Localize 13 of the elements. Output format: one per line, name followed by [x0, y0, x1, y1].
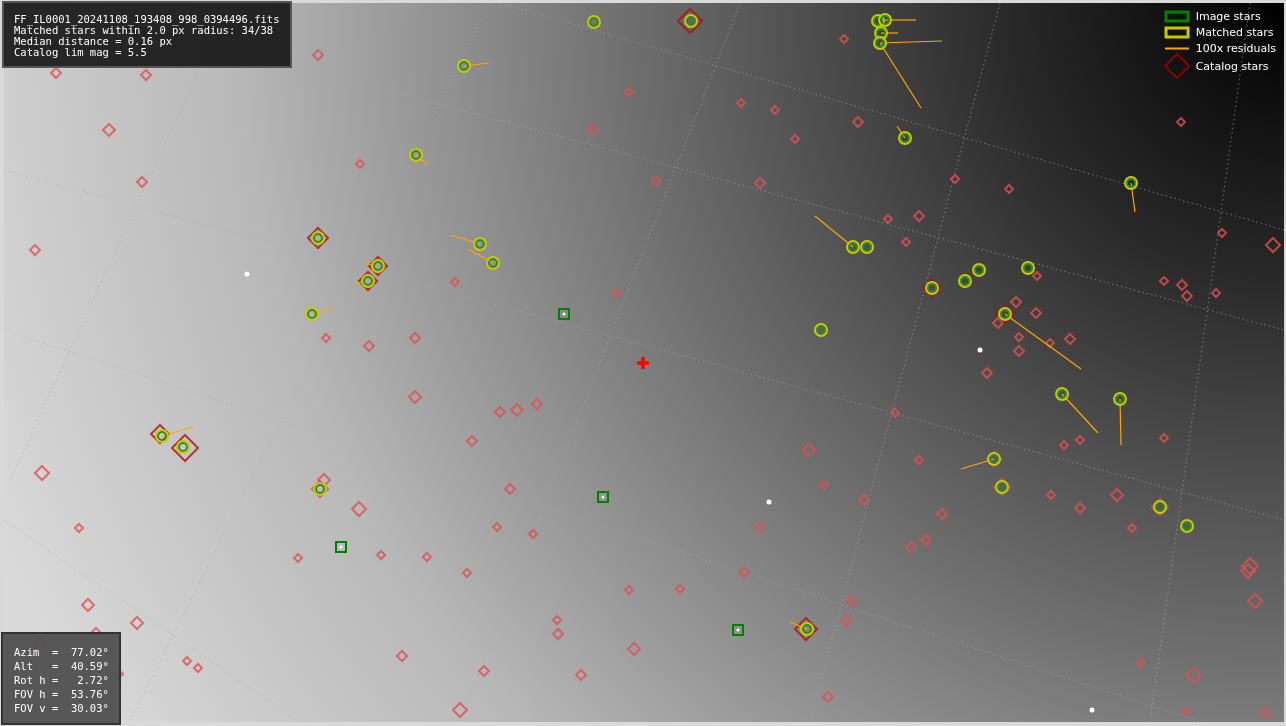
pointing-text: Alt = 40.59°: [14, 659, 109, 673]
pointing-text: FOV v = 30.03°: [14, 701, 109, 715]
info-text: Matched stars within 2.0 px radius: 34/38: [14, 25, 274, 36]
legend-label: Matched stars: [1195, 26, 1274, 39]
legend-label: Image stars: [1195, 10, 1261, 23]
pointing-text: Rot h = 2.72°: [14, 673, 109, 687]
info-text: Median distance = 0.16 px: [14, 36, 173, 47]
pointing-text: Azim = 77.02°: [14, 645, 109, 659]
legend-label: 100x residuals: [1195, 42, 1276, 55]
info-text: FF_IL0001_20241108_193408_998_0394496.fits: [14, 14, 280, 25]
legend-label: Catalog stars: [1195, 59, 1269, 73]
pointing-text: FOV h = 53.76°: [14, 687, 109, 701]
info-text: Catalog lim mag = 5.5: [14, 47, 147, 58]
